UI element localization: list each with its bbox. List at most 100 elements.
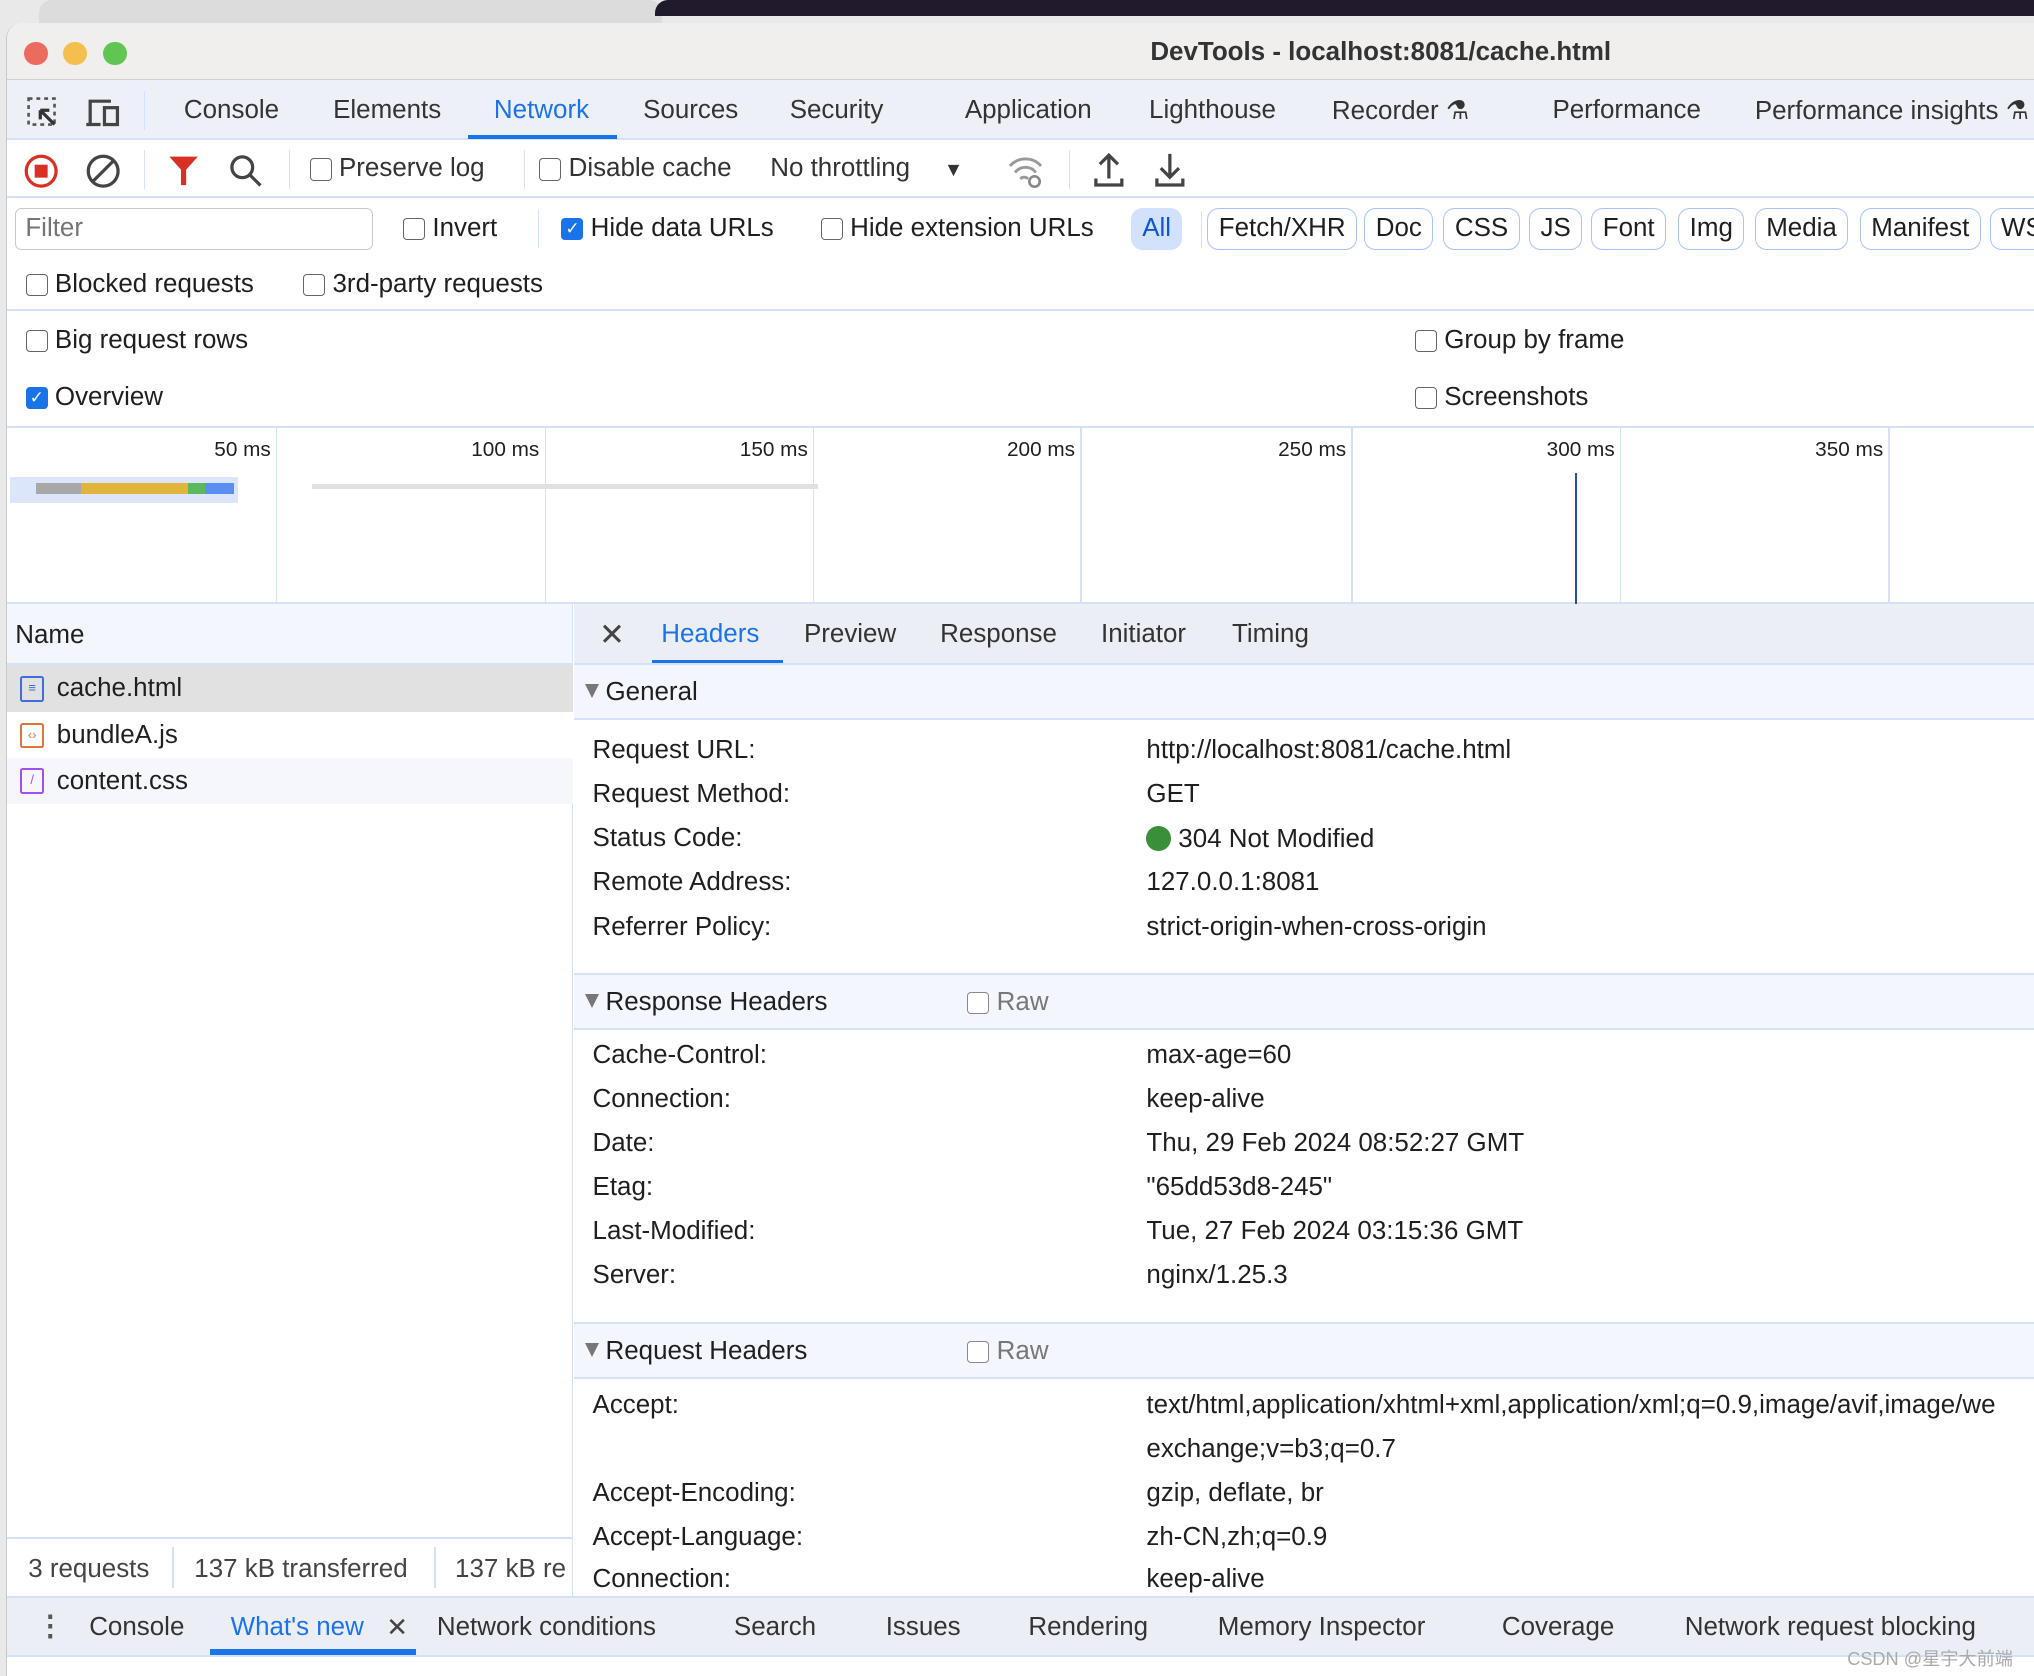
tab-headers[interactable]: Headers [661, 620, 759, 649]
tab-network[interactable]: Network [494, 96, 589, 125]
expand-triangle-icon [584, 994, 599, 1009]
group-by-frame-checkbox[interactable]: Group by frame [1414, 325, 1625, 355]
type-filter-css[interactable]: CSS [1443, 207, 1520, 251]
request-headers-section-header[interactable]: Request Headers Raw [574, 1321, 2034, 1379]
search-icon[interactable] [228, 153, 264, 189]
drawer-tab-memory-inspector[interactable]: Memory Inspector [1218, 1613, 1426, 1642]
big-request-rows-checkbox[interactable]: Big request rows [25, 326, 248, 355]
throttling-select[interactable]: No throttling ▼ [770, 154, 963, 183]
hide-extension-urls-checkbox[interactable]: Hide extension URLs [820, 214, 1094, 243]
import-har-icon[interactable] [1092, 150, 1126, 189]
more-menu-icon[interactable]: ⋮ [36, 1609, 65, 1643]
resources-size: 137 kB re [455, 1554, 567, 1583]
active-tab-indicator [467, 134, 618, 139]
filter-input[interactable] [15, 207, 374, 251]
type-filter-js[interactable]: JS [1529, 207, 1583, 251]
timing-bar-ttfb [187, 482, 205, 495]
tab-performance-insights[interactable]: Performance insights ⚗ [1755, 96, 2029, 126]
type-filter-img[interactable]: Img [1678, 207, 1745, 251]
disable-cache-checkbox[interactable]: Disable cache [539, 154, 732, 183]
tab-response[interactable]: Response [940, 620, 1057, 649]
tab-initiator[interactable]: Initiator [1101, 620, 1186, 649]
blocked-requests-checkbox[interactable]: Blocked requests [25, 270, 254, 299]
header-row: Remote Address: 127.0.0.1:8081 [592, 868, 1320, 897]
screenshots-checkbox[interactable]: Screenshots [1414, 383, 1588, 412]
tab-elements[interactable]: Elements [333, 96, 441, 125]
transferred-size: 137 kB transferred [194, 1554, 408, 1583]
raw-checkbox[interactable]: Raw [967, 988, 1049, 1017]
type-filter-font[interactable]: Font [1591, 207, 1667, 251]
tab-security[interactable]: Security [790, 96, 884, 125]
tab-preview[interactable]: Preview [804, 620, 896, 649]
drawer-tab-search[interactable]: Search [734, 1613, 816, 1642]
third-party-requests-checkbox[interactable]: 3rd-party requests [303, 270, 543, 299]
tab-lighthouse[interactable]: Lighthouse [1149, 96, 1276, 125]
tab-recorder-label: Recorder [1331, 96, 1439, 125]
hide-extension-urls-label: Hide extension URLs [850, 214, 1094, 243]
request-row[interactable]: / content.css [7, 757, 574, 805]
preserve-log-checkbox[interactable]: Preserve log [309, 154, 485, 183]
tab-application[interactable]: Application [965, 96, 1092, 125]
tab-timing[interactable]: Timing [1232, 620, 1309, 649]
header-row: Request URL: http://localhost:8081/cache.… [592, 736, 1512, 765]
close-window-button[interactable] [24, 41, 48, 65]
request-name: content.css [56, 766, 188, 795]
tab-sources[interactable]: Sources [643, 96, 738, 125]
overview-checkbox[interactable]: ✓ Overview [25, 383, 163, 412]
title-bar: DevTools - localhost:8081/cache.html [7, 23, 2034, 81]
filter-bar: Invert ✓ Hide data URLs Hide extension U… [7, 198, 2034, 260]
stylesheet-icon: / [20, 767, 44, 794]
type-filter-media[interactable]: Media [1754, 207, 1849, 251]
stop-recording-icon[interactable] [23, 153, 59, 189]
response-headers-section-header[interactable]: Response Headers Raw [574, 972, 2034, 1030]
drawer-tab-rendering[interactable]: Rendering [1028, 1613, 1148, 1642]
hide-data-urls-checkbox[interactable]: ✓ Hide data URLs [561, 214, 774, 243]
close-drawer-tab-icon[interactable]: ✕ [386, 1613, 408, 1643]
expand-triangle-icon [584, 1343, 599, 1358]
device-toolbar-icon[interactable] [85, 96, 124, 130]
header-row: Date: Thu, 29 Feb 2024 08:52:27 GMT [592, 1129, 1525, 1158]
general-section-header[interactable]: General [574, 662, 2034, 720]
request-row[interactable]: ≡ cache.html [7, 665, 574, 713]
dropdown-arrow-icon: ▼ [943, 159, 964, 182]
hide-data-urls-label: Hide data URLs [590, 214, 774, 243]
type-filter-doc[interactable]: Doc [1364, 207, 1434, 251]
drawer-tab-coverage[interactable]: Coverage [1502, 1613, 1614, 1642]
header-row: Last-Modified: Tue, 27 Feb 2024 03:15:36 … [592, 1217, 1524, 1246]
settings-pane: Big request rows ✓ Overview Group by fra… [7, 311, 2034, 429]
request-name: bundleA.js [56, 721, 178, 750]
filter-icon[interactable] [168, 154, 199, 188]
type-filter-ws[interactable]: WS [1989, 207, 2034, 251]
drawer-tab-whats-new[interactable]: What's new [231, 1613, 364, 1642]
disable-cache-label: Disable cache [568, 154, 732, 183]
raw-checkbox[interactable]: Raw [967, 1337, 1049, 1366]
type-filter-manifest[interactable]: Manifest [1859, 207, 1981, 251]
tab-console[interactable]: Console [184, 96, 279, 125]
group-by-frame-label: Group by frame [1444, 325, 1625, 354]
drawer-tab-issues[interactable]: Issues [886, 1613, 961, 1642]
type-filter-all[interactable]: All [1130, 207, 1183, 251]
invert-checkbox[interactable]: Invert [403, 214, 497, 243]
close-detail-icon[interactable]: ✕ [599, 617, 625, 653]
type-filter-fetch-xhr[interactable]: Fetch/XHR [1207, 207, 1357, 251]
detail-tab-bar: ✕ Headers Preview Response Initiator Tim… [574, 604, 2034, 666]
tab-recorder[interactable]: Recorder ⚗ [1332, 96, 1469, 126]
request-list-header[interactable]: Name [7, 604, 573, 666]
drawer-tab-network-conditions[interactable]: Network conditions [437, 1613, 656, 1642]
export-har-icon[interactable] [1153, 150, 1187, 189]
script-icon: ‹› [20, 722, 44, 749]
network-conditions-icon[interactable] [1006, 153, 1048, 189]
name-column-header[interactable]: Name [15, 621, 84, 650]
minimize-window-button[interactable] [63, 41, 87, 65]
inspect-element-icon[interactable] [26, 96, 60, 130]
tab-performance[interactable]: Performance [1552, 96, 1700, 125]
drawer-tab-network-request-blocking[interactable]: Network request blocking [1685, 1613, 1976, 1642]
third-party-requests-label: 3rd-party requests [332, 269, 543, 298]
section-title: General [605, 677, 698, 706]
overview-timeline[interactable]: 50 ms 100 ms 150 ms 200 ms 250 ms 300 ms… [7, 428, 2034, 605]
clear-icon[interactable] [85, 153, 121, 189]
maximize-window-button[interactable] [103, 41, 127, 65]
drawer-tab-console[interactable]: Console [89, 1613, 184, 1642]
request-row[interactable]: ‹› bundleA.js [7, 712, 574, 759]
section-title: Response Headers [605, 987, 828, 1016]
